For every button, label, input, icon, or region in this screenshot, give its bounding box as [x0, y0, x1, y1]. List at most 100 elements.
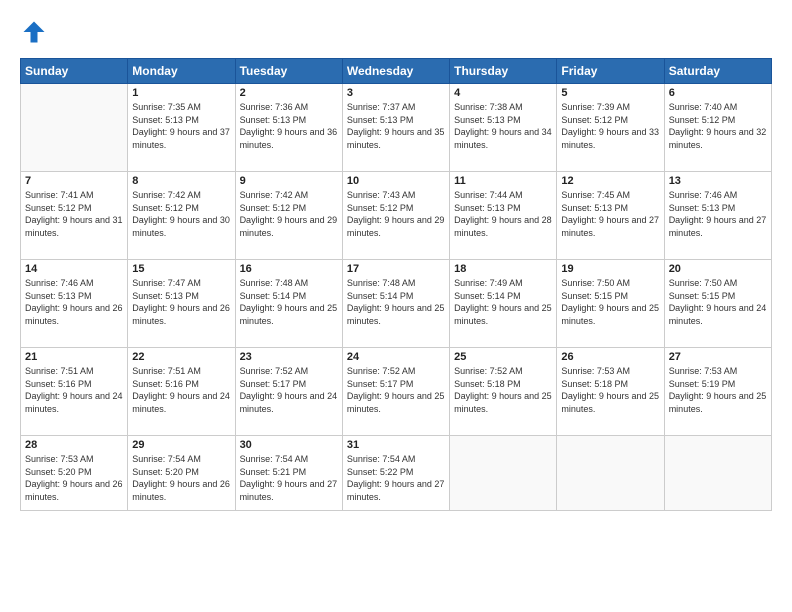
day-info: Sunrise: 7:52 AMSunset: 5:17 PMDaylight:…	[240, 365, 338, 415]
day-info: Sunrise: 7:41 AMSunset: 5:12 PMDaylight:…	[25, 189, 123, 239]
day-number: 10	[347, 175, 445, 187]
calendar-cell: 25 Sunrise: 7:52 AMSunset: 5:18 PMDayligh…	[450, 348, 557, 436]
calendar-cell: 6 Sunrise: 7:40 AMSunset: 5:12 PMDaylight…	[664, 84, 771, 172]
calendar-cell: 21 Sunrise: 7:51 AMSunset: 5:16 PMDayligh…	[21, 348, 128, 436]
header	[20, 18, 772, 46]
day-number: 20	[669, 263, 767, 275]
calendar-cell: 3 Sunrise: 7:37 AMSunset: 5:13 PMDaylight…	[342, 84, 449, 172]
calendar-cell: 17 Sunrise: 7:48 AMSunset: 5:14 PMDayligh…	[342, 260, 449, 348]
day-number: 21	[25, 351, 123, 363]
weekday-header-saturday: Saturday	[664, 59, 771, 84]
calendar-cell: 22 Sunrise: 7:51 AMSunset: 5:16 PMDayligh…	[128, 348, 235, 436]
day-number: 15	[132, 263, 230, 275]
calendar-cell: 26 Sunrise: 7:53 AMSunset: 5:18 PMDayligh…	[557, 348, 664, 436]
day-info: Sunrise: 7:43 AMSunset: 5:12 PMDaylight:…	[347, 189, 445, 239]
week-row-1: 1 Sunrise: 7:35 AMSunset: 5:13 PMDaylight…	[21, 84, 772, 172]
day-info: Sunrise: 7:42 AMSunset: 5:12 PMDaylight:…	[240, 189, 338, 239]
calendar-cell: 27Sunrise: 7:53 AMSunset: 5:19 PMDayligh…	[664, 348, 771, 436]
day-info: Sunrise: 7:46 AMSunset: 5:13 PMDaylight:…	[669, 189, 767, 239]
weekday-header-thursday: Thursday	[450, 59, 557, 84]
day-number: 16	[240, 263, 338, 275]
day-number: 9	[240, 175, 338, 187]
day-info: Sunrise: 7:40 AMSunset: 5:12 PMDaylight:…	[669, 101, 767, 151]
calendar-cell: 14 Sunrise: 7:46 AMSunset: 5:13 PMDayligh…	[21, 260, 128, 348]
day-info: Sunrise: 7:53 AMSunset: 5:20 PMDaylight:…	[25, 453, 123, 503]
day-info: Sunrise: 7:50 AMSunset: 5:15 PMDaylight:…	[669, 277, 767, 327]
day-number: 22	[132, 351, 230, 363]
day-info: Sunrise: 7:38 AMSunset: 5:13 PMDaylight:…	[454, 101, 552, 151]
calendar-cell: 19Sunrise: 7:50 AMSunset: 5:15 PMDayligh…	[557, 260, 664, 348]
calendar-cell: 18 Sunrise: 7:49 AMSunset: 5:14 PMDayligh…	[450, 260, 557, 348]
weekday-header-friday: Friday	[557, 59, 664, 84]
day-number: 23	[240, 351, 338, 363]
day-info: Sunrise: 7:52 AMSunset: 5:17 PMDaylight:…	[347, 365, 445, 415]
day-info: Sunrise: 7:50 AMSunset: 5:15 PMDaylight:…	[561, 277, 659, 327]
day-info: Sunrise: 7:48 AMSunset: 5:14 PMDaylight:…	[240, 277, 338, 327]
calendar-cell: 15Sunrise: 7:47 AMSunset: 5:13 PMDayligh…	[128, 260, 235, 348]
day-info: Sunrise: 7:53 AMSunset: 5:18 PMDaylight:…	[561, 365, 659, 415]
week-row-3: 14 Sunrise: 7:46 AMSunset: 5:13 PMDayligh…	[21, 260, 772, 348]
calendar-cell: 30Sunrise: 7:54 AMSunset: 5:21 PMDayligh…	[235, 436, 342, 511]
calendar-cell: 12 Sunrise: 7:45 AMSunset: 5:13 PMDayligh…	[557, 172, 664, 260]
week-row-4: 21 Sunrise: 7:51 AMSunset: 5:16 PMDayligh…	[21, 348, 772, 436]
day-number: 11	[454, 175, 552, 187]
day-info: Sunrise: 7:51 AMSunset: 5:16 PMDaylight:…	[25, 365, 123, 415]
day-number: 6	[669, 87, 767, 99]
day-number: 25	[454, 351, 552, 363]
weekday-header-row: SundayMondayTuesdayWednesdayThursdayFrid…	[21, 59, 772, 84]
day-number: 4	[454, 87, 552, 99]
day-number: 1	[132, 87, 230, 99]
day-info: Sunrise: 7:49 AMSunset: 5:14 PMDaylight:…	[454, 277, 552, 327]
logo	[20, 18, 50, 46]
day-info: Sunrise: 7:45 AMSunset: 5:13 PMDaylight:…	[561, 189, 659, 239]
day-number: 12	[561, 175, 659, 187]
calendar-cell	[557, 436, 664, 511]
day-info: Sunrise: 7:44 AMSunset: 5:13 PMDaylight:…	[454, 189, 552, 239]
day-number: 17	[347, 263, 445, 275]
calendar-cell: 4 Sunrise: 7:38 AMSunset: 5:13 PMDaylight…	[450, 84, 557, 172]
day-number: 3	[347, 87, 445, 99]
day-info: Sunrise: 7:54 AMSunset: 5:22 PMDaylight:…	[347, 453, 445, 503]
calendar-cell: 31Sunrise: 7:54 AMSunset: 5:22 PMDayligh…	[342, 436, 449, 511]
day-number: 14	[25, 263, 123, 275]
weekday-header-tuesday: Tuesday	[235, 59, 342, 84]
weekday-header-sunday: Sunday	[21, 59, 128, 84]
logo-icon	[20, 18, 48, 46]
day-number: 2	[240, 87, 338, 99]
calendar-cell	[21, 84, 128, 172]
calendar-cell: 7 Sunrise: 7:41 AMSunset: 5:12 PMDaylight…	[21, 172, 128, 260]
day-number: 8	[132, 175, 230, 187]
calendar-cell: 5 Sunrise: 7:39 AMSunset: 5:12 PMDaylight…	[557, 84, 664, 172]
day-info: Sunrise: 7:51 AMSunset: 5:16 PMDaylight:…	[132, 365, 230, 415]
calendar-cell: 2 Sunrise: 7:36 AMSunset: 5:13 PMDaylight…	[235, 84, 342, 172]
day-info: Sunrise: 7:39 AMSunset: 5:12 PMDaylight:…	[561, 101, 659, 151]
day-info: Sunrise: 7:46 AMSunset: 5:13 PMDaylight:…	[25, 277, 123, 327]
day-info: Sunrise: 7:52 AMSunset: 5:18 PMDaylight:…	[454, 365, 552, 415]
day-number: 18	[454, 263, 552, 275]
day-number: 24	[347, 351, 445, 363]
calendar-cell: 1 Sunrise: 7:35 AMSunset: 5:13 PMDaylight…	[128, 84, 235, 172]
day-info: Sunrise: 7:54 AMSunset: 5:21 PMDaylight:…	[240, 453, 338, 503]
day-info: Sunrise: 7:53 AMSunset: 5:19 PMDaylight:…	[669, 365, 767, 415]
day-number: 26	[561, 351, 659, 363]
calendar-cell: 8 Sunrise: 7:42 AMSunset: 5:12 PMDaylight…	[128, 172, 235, 260]
day-number: 5	[561, 87, 659, 99]
day-info: Sunrise: 7:36 AMSunset: 5:13 PMDaylight:…	[240, 101, 338, 151]
calendar-cell: 9 Sunrise: 7:42 AMSunset: 5:12 PMDaylight…	[235, 172, 342, 260]
calendar-cell: 16 Sunrise: 7:48 AMSunset: 5:14 PMDayligh…	[235, 260, 342, 348]
calendar-cell: 11 Sunrise: 7:44 AMSunset: 5:13 PMDayligh…	[450, 172, 557, 260]
week-row-2: 7 Sunrise: 7:41 AMSunset: 5:12 PMDaylight…	[21, 172, 772, 260]
calendar-cell: 29 Sunrise: 7:54 AMSunset: 5:20 PMDayligh…	[128, 436, 235, 511]
day-number: 28	[25, 439, 123, 451]
calendar-cell: 28 Sunrise: 7:53 AMSunset: 5:20 PMDayligh…	[21, 436, 128, 511]
day-info: Sunrise: 7:48 AMSunset: 5:14 PMDaylight:…	[347, 277, 445, 327]
day-info: Sunrise: 7:35 AMSunset: 5:13 PMDaylight:…	[132, 101, 230, 151]
weekday-header-wednesday: Wednesday	[342, 59, 449, 84]
day-info: Sunrise: 7:42 AMSunset: 5:12 PMDaylight:…	[132, 189, 230, 239]
day-number: 29	[132, 439, 230, 451]
day-info: Sunrise: 7:37 AMSunset: 5:13 PMDaylight:…	[347, 101, 445, 151]
day-info: Sunrise: 7:54 AMSunset: 5:20 PMDaylight:…	[132, 453, 230, 503]
calendar-cell: 10 Sunrise: 7:43 AMSunset: 5:12 PMDayligh…	[342, 172, 449, 260]
day-number: 7	[25, 175, 123, 187]
calendar-cell	[450, 436, 557, 511]
